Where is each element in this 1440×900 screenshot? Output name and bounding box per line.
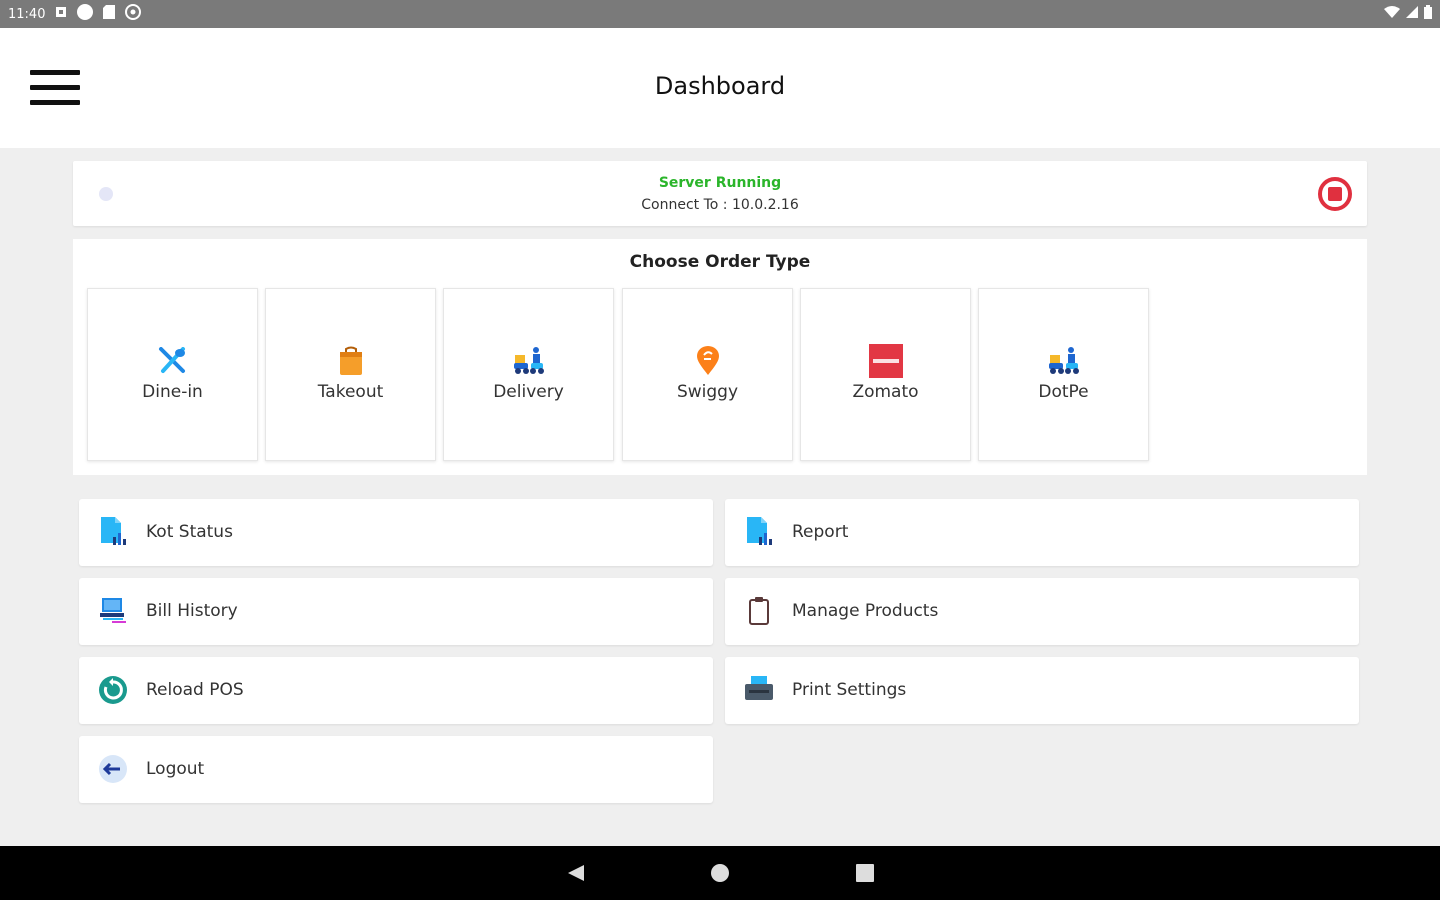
battery-icon [1424, 5, 1432, 23]
logout-icon [97, 753, 129, 785]
order-type-title: Choose Order Type [629, 252, 811, 272]
order-type-label: Swiggy [676, 382, 739, 402]
bill-history-button[interactable]: Bill History [79, 578, 713, 645]
order-type-label: DotPe [1038, 382, 1089, 402]
order-type-label: Delivery [493, 382, 564, 402]
reload-pos-button[interactable]: Reload POS [79, 657, 713, 724]
home-icon[interactable] [710, 863, 730, 887]
report-button[interactable]: Report [725, 499, 1359, 566]
sim-icon [55, 6, 67, 22]
delivery-scooter-icon [444, 345, 613, 377]
document-chart-icon [743, 516, 775, 548]
signal-icon [1406, 6, 1418, 22]
logout-button[interactable]: Logout [79, 736, 713, 803]
menu-item-label: Print Settings [792, 680, 907, 700]
order-type-dine-in[interactable]: Dine-in [87, 288, 258, 461]
order-type-takeout[interactable]: Takeout [265, 288, 436, 461]
delivery-scooter-icon [979, 345, 1148, 377]
menu-item-label: Report [792, 522, 849, 542]
status-bar-left: 11:40 [8, 4, 142, 24]
order-type-label: Zomato [852, 382, 919, 402]
status-time: 11:40 [8, 6, 46, 22]
menu-item-label: Manage Products [792, 601, 939, 621]
page-title: Dashboard [654, 72, 786, 100]
system-nav-bar [0, 846, 1440, 900]
dine-in-icon [88, 345, 257, 377]
swiggy-icon [623, 345, 792, 377]
circle-icon [77, 4, 94, 24]
back-icon[interactable] [566, 863, 586, 887]
clipboard-icon [743, 595, 775, 627]
bill-history-icon [97, 595, 129, 627]
order-type-label: Takeout [317, 382, 384, 402]
menu-item-label: Logout [146, 759, 205, 779]
wifi-icon [1384, 6, 1400, 22]
printer-icon [743, 674, 775, 706]
status-bar: 11:40 [0, 0, 1440, 28]
stop-server-button[interactable] [1318, 177, 1352, 211]
server-status-text: Server Running [658, 175, 782, 191]
recents-icon[interactable] [855, 863, 875, 887]
order-type-swiggy[interactable]: Swiggy [622, 288, 793, 461]
document-chart-icon [97, 516, 129, 548]
sd-card-icon [103, 5, 116, 23]
status-bar-right [1384, 5, 1432, 23]
zomato-icon [801, 344, 970, 378]
reload-icon [97, 674, 129, 706]
takeout-bag-icon [266, 345, 435, 377]
order-type-dotpe[interactable]: DotPe [978, 288, 1149, 461]
order-type-label: Dine-in [142, 382, 203, 402]
menu-item-label: Reload POS [146, 680, 244, 700]
print-settings-button[interactable]: Print Settings [725, 657, 1359, 724]
kot-status-button[interactable]: Kot Status [79, 499, 713, 566]
order-type-delivery[interactable]: Delivery [443, 288, 614, 461]
order-type-zomato[interactable]: Zomato [800, 288, 971, 461]
menu-item-label: Bill History [146, 601, 238, 621]
server-connect-text: Connect To : 10.0.2.16 [641, 197, 799, 213]
server-status-card [73, 161, 1367, 226]
manage-products-button[interactable]: Manage Products [725, 578, 1359, 645]
menu-item-label: Kot Status [146, 522, 233, 542]
app-bar: Dashboard [0, 28, 1440, 148]
at-icon [125, 4, 142, 24]
